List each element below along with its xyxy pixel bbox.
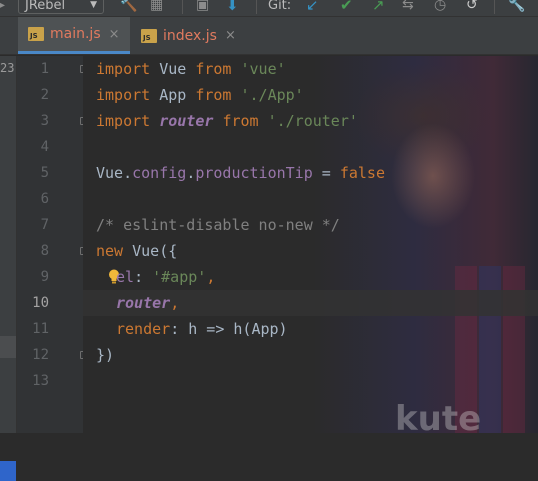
code-line: import router from './router' bbox=[83, 108, 538, 134]
git-push-icon[interactable]: ↗ bbox=[372, 0, 385, 14]
line-number: 6 bbox=[40, 191, 49, 207]
code-comment: /* eslint-disable no-new */ bbox=[96, 216, 340, 234]
code-line-current: router, bbox=[83, 290, 538, 316]
code-text: new Vue({ bbox=[96, 242, 178, 260]
tab-label: index.js bbox=[163, 27, 217, 44]
code-text: render: h => h(App) bbox=[116, 320, 288, 338]
update-icon[interactable]: ⬇ bbox=[226, 0, 239, 14]
line-number: 1 bbox=[40, 61, 49, 77]
strip-number: 23 bbox=[0, 61, 15, 75]
close-icon[interactable]: × bbox=[225, 28, 236, 43]
line-number: 9 bbox=[40, 269, 49, 285]
rollback-icon[interactable]: ↺ bbox=[466, 0, 478, 14]
main-toolbar: ▸ JRebel ▼ 🔨 ▦ ▣ ⬇ Git: ↙ ✔ ↗ ⇆ ◷ ↺ 🔧 bbox=[0, 0, 538, 17]
code-editor[interactable]: kute import Vue from 'vue' import App fr… bbox=[83, 56, 538, 433]
coverage-icon[interactable]: ▣ bbox=[196, 0, 209, 14]
hammer-icon[interactable]: 🔨 bbox=[120, 0, 137, 14]
js-file-icon: JS bbox=[141, 28, 157, 43]
code-text: router, bbox=[116, 294, 180, 312]
line-number: 11 bbox=[32, 321, 49, 337]
nav-icon[interactable]: ▸ bbox=[0, 0, 5, 14]
history-icon[interactable]: ◷ bbox=[434, 0, 446, 14]
left-tool-strip: 23 bbox=[0, 56, 17, 481]
line-number: 3 bbox=[40, 113, 49, 129]
code-text: }) bbox=[96, 346, 115, 364]
tab-label: main.js bbox=[50, 26, 101, 42]
code-line: import Vue from 'vue' bbox=[83, 56, 538, 82]
code-text: Vue.config.productionTip = false bbox=[96, 164, 385, 182]
code-line: Vue.config.productionTip = false bbox=[83, 160, 538, 186]
line-number: 8 bbox=[40, 243, 49, 259]
strip-selection[interactable] bbox=[0, 336, 16, 358]
git-commit-icon[interactable]: ✔ bbox=[340, 0, 353, 14]
code-line: render: h => h(App) bbox=[83, 316, 538, 342]
code-line: el: '#app', bbox=[83, 264, 538, 290]
code-line: new Vue({ bbox=[83, 238, 538, 264]
debug-icon[interactable]: ▦ bbox=[150, 0, 163, 14]
close-icon[interactable]: × bbox=[109, 27, 120, 42]
git-compare-icon[interactable]: ⇆ bbox=[402, 0, 414, 14]
code-text: import router from './router' bbox=[96, 112, 358, 130]
editor-tab-bar: JS main.js × JS index.js × bbox=[0, 17, 538, 55]
jrebel-label: JRebel bbox=[25, 0, 66, 13]
code-line: }) bbox=[83, 342, 538, 368]
js-file-icon: JS bbox=[28, 27, 44, 41]
tab-main-js[interactable]: JS main.js × bbox=[18, 17, 130, 54]
line-number: 13 bbox=[32, 373, 49, 389]
git-update-icon[interactable]: ↙ bbox=[306, 0, 319, 14]
line-number-gutter: 1 2 3 4 5 6 7 8 9 10 11 12 13 bbox=[17, 56, 88, 433]
line-number: 7 bbox=[40, 217, 49, 233]
strip-active-button[interactable] bbox=[0, 461, 16, 481]
code-text: import App from './App' bbox=[96, 86, 304, 104]
background-text: kute bbox=[395, 399, 482, 433]
chevron-down-icon: ▼ bbox=[90, 0, 97, 10]
code-line: import App from './App' bbox=[83, 82, 538, 108]
line-number: 4 bbox=[40, 139, 49, 155]
code-text: import Vue from 'vue' bbox=[96, 60, 286, 78]
code-line: /* eslint-disable no-new */ bbox=[83, 212, 538, 238]
line-number-current: 10 bbox=[32, 295, 49, 311]
jrebel-dropdown[interactable]: JRebel ▼ bbox=[18, 0, 104, 14]
tab-index-js[interactable]: JS index.js × bbox=[131, 17, 251, 54]
code-text: el: '#app', bbox=[116, 268, 216, 286]
line-number: 2 bbox=[40, 87, 49, 103]
wrench-icon[interactable]: 🔧 bbox=[508, 0, 525, 14]
line-number: 5 bbox=[40, 165, 49, 181]
git-label: Git: bbox=[268, 0, 292, 13]
line-number: 12 bbox=[32, 347, 49, 363]
